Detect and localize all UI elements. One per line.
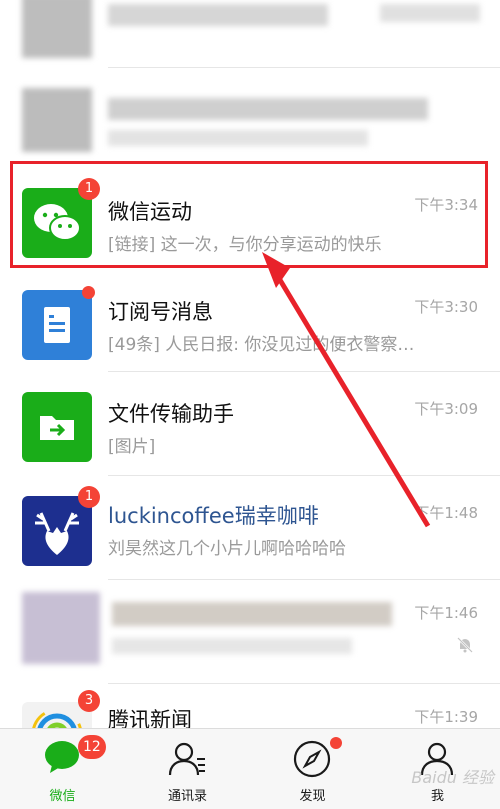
- chat-row-luckin[interactable]: 1 luckincoffee瑞幸咖啡 刘昊然这几个小片儿啊哈哈哈哈 下午1:48: [0, 476, 500, 580]
- chat-time: 下午3:30: [414, 298, 478, 316]
- blurred-preview: [112, 638, 352, 654]
- chat-preview: 刘昊然这几个小片儿啊哈哈哈哈: [108, 539, 346, 559]
- chat-title: luckincoffee瑞幸咖啡: [108, 504, 319, 528]
- unread-dot: [330, 737, 342, 749]
- blurred-preview: [108, 130, 368, 146]
- blurred-time: [380, 4, 480, 22]
- chat-row-blurred-2[interactable]: [0, 68, 500, 172]
- blurred-avatar: [22, 0, 92, 58]
- contacts-icon: [168, 742, 205, 776]
- file-transfer-avatar: [22, 392, 92, 462]
- mute-bell-icon: [457, 637, 473, 653]
- subscriptions-avatar: [22, 290, 92, 360]
- chat-title: 订阅号消息: [108, 300, 213, 324]
- unread-dot: [82, 286, 95, 299]
- chat-preview: [49条] 人民日报: 你没见过的便衣警察…: [108, 335, 415, 355]
- chat-time: 下午1:46: [414, 604, 478, 622]
- chat-time: 下午1:48: [414, 504, 478, 522]
- tab-badge: 12: [78, 735, 106, 759]
- chat-row-subscriptions[interactable]: 订阅号消息 [49条] 人民日报: 你没见过的便衣警察… 下午3:30: [0, 268, 500, 372]
- blurred-title: [108, 98, 428, 120]
- tab-discover[interactable]: 发现: [250, 729, 375, 809]
- unread-badge: 3: [78, 690, 100, 712]
- chat-preview: [图片]: [108, 437, 156, 457]
- chat-row-blurred-top[interactable]: [0, 0, 500, 68]
- tab-contacts[interactable]: 通讯录: [125, 729, 250, 809]
- blurred-avatar: [22, 592, 100, 664]
- unread-badge: 1: [78, 486, 100, 508]
- blurred-avatar: [22, 88, 92, 152]
- chat-title: 文件传输助手: [108, 402, 234, 426]
- document-icon: [44, 307, 70, 343]
- blurred-title: [108, 4, 328, 26]
- tab-wechat[interactable]: 12 微信: [0, 729, 125, 809]
- luckin-avatar: [22, 496, 92, 566]
- tab-label: 通讯录: [167, 789, 207, 804]
- folder-icon: [40, 416, 74, 440]
- deer-logo-icon: [35, 512, 79, 555]
- chat-row-blurred-group[interactable]: 下午1:46: [0, 580, 500, 684]
- watermark: Baidu 经验: [411, 768, 494, 787]
- chat-row-file-transfer[interactable]: 文件传输助手 [图片] 下午3:09: [0, 372, 500, 476]
- tab-label: 发现: [299, 789, 326, 804]
- chat-time: 下午3:09: [414, 400, 478, 418]
- blurred-title: [112, 602, 392, 626]
- tab-label: 微信: [49, 789, 76, 804]
- chat-time: 下午1:39: [414, 708, 478, 726]
- highlight-box: [10, 161, 488, 268]
- compass-icon: [293, 740, 331, 778]
